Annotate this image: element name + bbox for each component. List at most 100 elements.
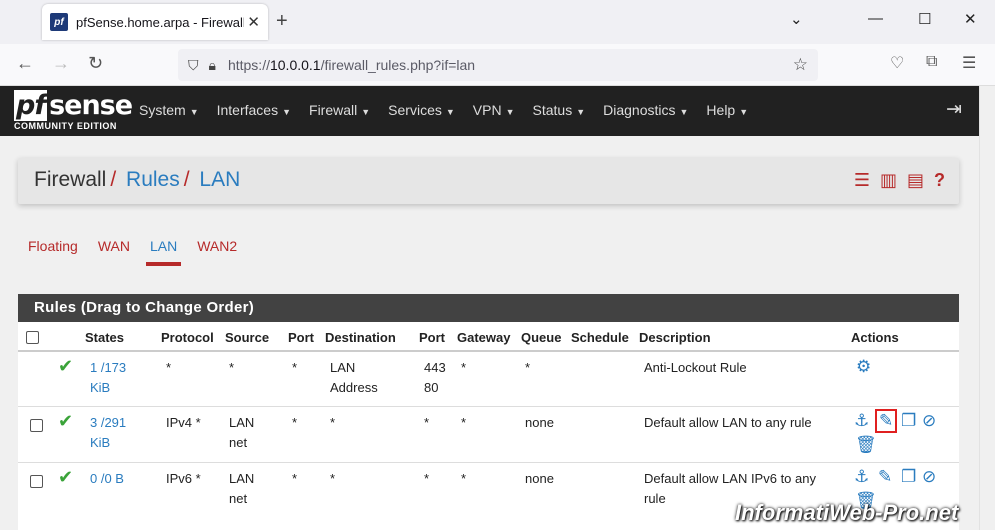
row-checkbox[interactable] <box>30 419 43 432</box>
col-actions: Actions <box>851 330 899 345</box>
menu-help[interactable]: Help ▼ <box>706 102 748 118</box>
new-tab-icon[interactable]: + <box>276 10 288 33</box>
col-description[interactable]: Description <box>639 330 711 345</box>
col-source-port[interactable]: Port <box>288 330 314 345</box>
caret-down-icon: ▼ <box>189 107 199 117</box>
vertical-scrollbar[interactable] <box>979 86 995 530</box>
breadcrumb-separator: / <box>183 168 190 191</box>
copy-icon[interactable]: ❐ <box>901 467 916 487</box>
states-size: KiB <box>90 435 111 450</box>
anchor-icon[interactable]: ⚓ <box>854 411 869 431</box>
tab-wan[interactable]: WAN <box>88 238 140 266</box>
table-row[interactable]: ✔ 3 /291 KiB IPv4 * LAN net * * * * none D… <box>18 407 959 463</box>
url-path: /firewall_rules.php?if=lan <box>320 57 476 73</box>
anchor-icon[interactable]: ⚓ <box>854 467 869 487</box>
col-schedule[interactable]: Schedule <box>571 330 629 345</box>
menu-services[interactable]: Services ▼ <box>388 102 455 118</box>
caret-down-icon: ▼ <box>576 107 586 117</box>
menu-status[interactable]: Status ▼ <box>533 102 586 118</box>
desc-line2: rule <box>644 491 666 506</box>
close-window-icon[interactable]: ✕ <box>964 10 977 28</box>
edit-pencil-icon[interactable]: ✎ <box>875 409 898 433</box>
url-text[interactable]: https://10.0.0.1/firewall_rules.php?if=l… <box>228 57 475 73</box>
cell-protocol: * <box>166 360 172 375</box>
tab-list-chevron-icon[interactable]: ⌄ <box>790 10 803 28</box>
col-queue[interactable]: Queue <box>521 330 561 345</box>
minimize-icon[interactable]: — <box>868 10 883 27</box>
menu-label: VPN <box>472 102 502 118</box>
pass-check-icon: ✔ <box>58 467 74 487</box>
col-source[interactable]: Source <box>225 330 269 345</box>
lock-icon[interactable]: 🔒︎ <box>209 57 216 74</box>
pocket-icon[interactable]: ♡ <box>890 53 904 73</box>
app-menu-icon[interactable]: ☰ <box>962 53 976 73</box>
url-host: 10.0.0.1 <box>269 57 321 73</box>
menu-label: Interfaces <box>216 102 279 118</box>
copy-icon[interactable]: ❐ <box>901 411 916 431</box>
breadcrumb-lan-link[interactable]: LAN <box>199 168 240 191</box>
col-dest-port[interactable]: Port <box>419 330 445 345</box>
col-gateway[interactable]: Gateway <box>457 330 510 345</box>
states-link[interactable]: 3 /291 KiB <box>90 413 126 453</box>
bookmark-star-icon[interactable]: ☆ <box>793 55 808 75</box>
delete-trash-icon[interactable]: 🗑︎ <box>855 435 877 455</box>
states-link[interactable]: 1 /173 KiB <box>90 358 126 398</box>
dest-line1: LAN <box>330 360 356 375</box>
breadcrumb-firewall: Firewall <box>34 168 107 191</box>
interface-tabs: Floating WAN LAN WAN2 <box>18 238 247 266</box>
menu-vpn[interactable]: VPN ▼ <box>473 102 515 118</box>
cell-description: Default allow LAN to any rule <box>644 415 812 430</box>
tab-floating[interactable]: Floating <box>18 238 88 266</box>
table-header-row: States Protocol Source Port Destination … <box>18 322 959 352</box>
maximize-icon[interactable]: ☐ <box>918 10 931 28</box>
gear-icon[interactable]: ⚙ <box>856 357 871 377</box>
menu-label: Services <box>388 102 442 118</box>
main-menu: System ▼ Interfaces ▼ Firewall ▼ Services ▼ … <box>139 102 766 118</box>
menu-diagnostics[interactable]: Diagnostics ▼ <box>603 102 688 118</box>
browser-navbar: ← → ↻ ⛉ 🔒︎ https://10.0.0.1/firewall_rul… <box>0 44 995 86</box>
col-protocol[interactable]: Protocol <box>161 330 214 345</box>
col-destination[interactable]: Destination <box>325 330 396 345</box>
caret-down-icon: ▼ <box>282 107 292 117</box>
pfsense-logo[interactable]: pf sense <box>14 90 133 121</box>
disable-icon[interactable]: ⊘ <box>922 411 936 431</box>
pfsense-favicon-icon: pf <box>50 13 68 31</box>
help-icon[interactable]: ? <box>934 170 945 191</box>
url-scheme: https:// <box>227 57 270 73</box>
menu-firewall[interactable]: Firewall ▼ <box>309 102 370 118</box>
cell-source: * <box>229 360 235 375</box>
caret-down-icon: ▼ <box>679 107 689 117</box>
browser-tabbar: pf pfSense.home.arpa - Firewall: R ✕ + ⌄… <box>0 0 995 44</box>
edit-pencil-icon[interactable]: ✎ <box>878 467 892 487</box>
tab-wan2[interactable]: WAN2 <box>187 238 247 266</box>
shield-icon[interactable]: ⛉ <box>188 57 199 74</box>
sliders-icon[interactable]: ☰ <box>854 170 870 191</box>
bar-chart-icon[interactable]: ▥ <box>880 170 897 191</box>
watermark-logo: InformatiWeb-Pro.net <box>735 500 959 525</box>
menu-system[interactable]: System ▼ <box>139 102 199 118</box>
forward-icon[interactable]: → <box>52 53 70 74</box>
pass-check-icon: ✔ <box>58 356 74 376</box>
caret-down-icon: ▼ <box>361 107 371 117</box>
tab-title: pfSense.home.arpa - Firewall: R <box>76 14 244 30</box>
close-tab-icon[interactable]: ✕ <box>247 13 260 31</box>
disable-icon[interactable]: ⊘ <box>922 467 936 487</box>
menu-interfaces[interactable]: Interfaces ▼ <box>217 102 291 118</box>
url-bar[interactable]: ⛉ 🔒︎ https://10.0.0.1/firewall_rules.php… <box>178 49 818 81</box>
list-icon[interactable]: ▤ <box>907 170 924 191</box>
select-all-checkbox[interactable] <box>26 331 39 344</box>
reload-icon[interactable]: ↻ <box>88 53 103 74</box>
tab-lan[interactable]: LAN <box>140 238 187 266</box>
extensions-icon[interactable]: ⧉ <box>926 53 937 71</box>
cell-source: LAN net <box>229 469 254 509</box>
breadcrumb-rules-link[interactable]: Rules <box>126 168 180 191</box>
table-row[interactable]: ✔ 1 /173 KiB * * * LAN Address 443 80 * * A… <box>18 352 959 407</box>
col-states[interactable]: States <box>85 330 124 345</box>
back-icon[interactable]: ← <box>16 53 34 74</box>
states-link[interactable]: 0 /0 B <box>90 469 124 489</box>
states-count: 3 /291 <box>90 415 127 430</box>
logout-icon[interactable]: ⇥ <box>946 98 962 121</box>
row-checkbox[interactable] <box>30 475 43 488</box>
browser-tab[interactable]: pf pfSense.home.arpa - Firewall: R ✕ <box>42 4 268 40</box>
pass-check-icon: ✔ <box>58 411 74 431</box>
